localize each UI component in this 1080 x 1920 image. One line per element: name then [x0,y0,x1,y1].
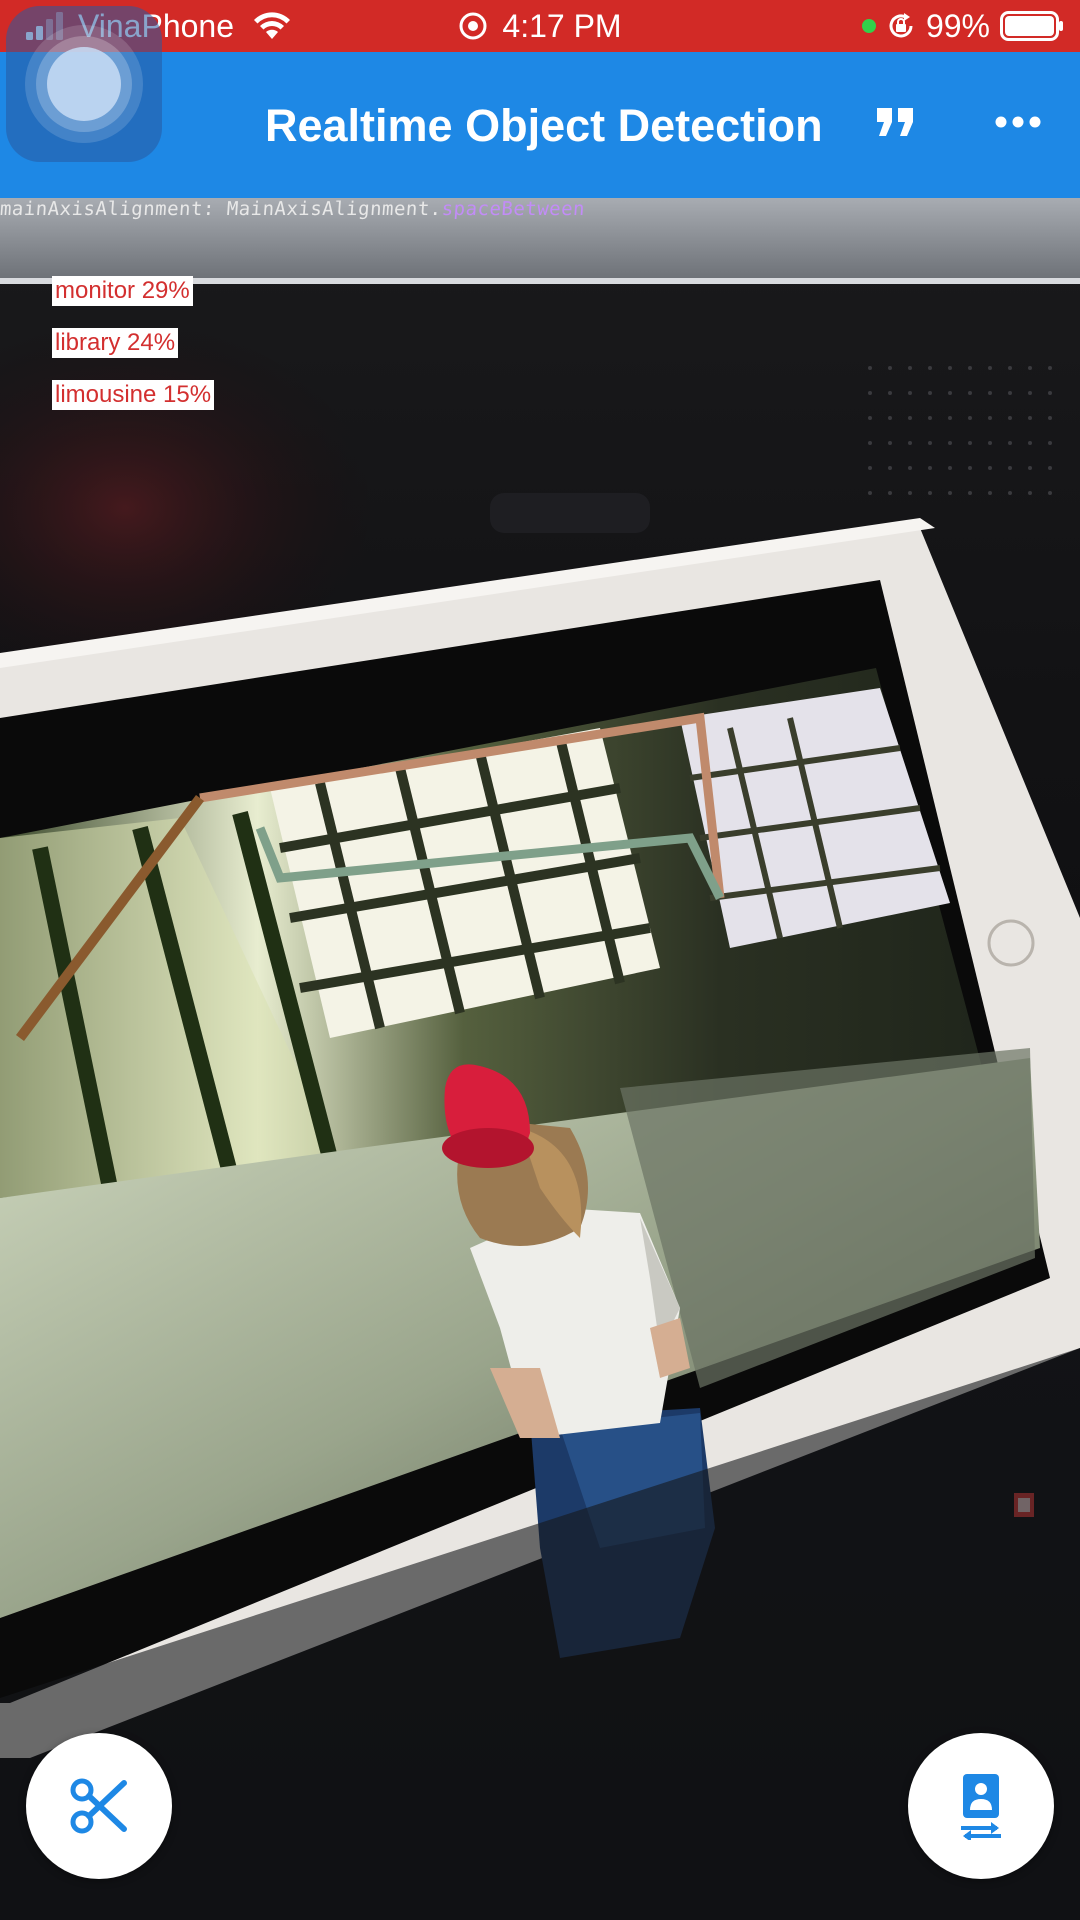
battery-percent: 99% [925,7,990,44]
more-horizontal-icon [995,116,1041,128]
monitor-code-text: mainAxisAlignment: MainAxisAlignment.spa… [0,198,586,220]
detection-label: monitor 29% [52,276,193,306]
switch-camera-button[interactable] [908,1733,1054,1879]
screen: VinaPhone 4:17 PM 99% [0,0,1080,1920]
crop-button[interactable] [26,1733,172,1879]
camera-scene [0,198,1080,1920]
more-options-button[interactable] [988,92,1048,152]
code-text-keyword: spaceBetween [440,198,586,220]
status-right: 99% [861,6,1064,46]
detection-label: library 24% [52,328,179,358]
app-bar: Realtime Object Detection [0,52,1080,198]
code-text-prefix: mainAxisAlignment: MainAxisAlignment. [0,198,443,220]
scissors-icon [70,1778,127,1834]
orientation-lock-icon [889,13,913,38]
status-bar: VinaPhone 4:17 PM 99% [0,0,1080,52]
switch-camera-icon [961,1774,1001,1840]
battery-icon [1000,11,1063,41]
assistive-touch-button[interactable] [6,6,162,162]
detection-label: limousine 15% [52,380,215,410]
green-dot-indicator [861,19,876,33]
location-icon [459,12,487,40]
detection-results: monitor 29% library 24% limousine 15% [52,276,215,432]
camera-preview [0,198,1080,1920]
status-time: 4:17 PM [502,7,622,44]
quote-button[interactable] [866,92,926,152]
page-title: Realtime Object Detection [265,100,823,151]
quote-icon [877,108,913,136]
